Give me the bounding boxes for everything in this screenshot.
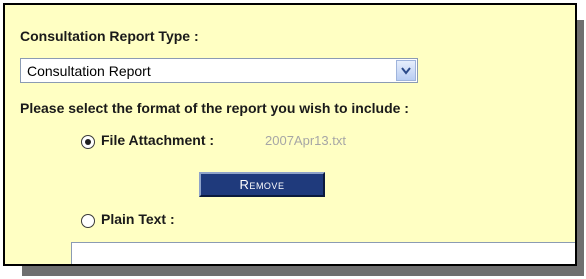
chevron-down-icon [401,67,411,75]
report-type-select[interactable]: Consultation Report [20,58,418,83]
plain-text-radio[interactable] [81,214,95,228]
attached-filename: 2007Apr13.txt [265,133,346,148]
file-attachment-radio[interactable] [81,135,95,149]
consultation-report-frame: Consultation Report Type : Consultation … [0,0,586,279]
remove-button[interactable]: Remove [199,172,325,197]
format-prompt: Please select the format of the report y… [20,100,409,116]
report-type-selected-value: Consultation Report [27,63,151,79]
file-attachment-label[interactable]: File Attachment : [101,132,214,148]
select-dropdown-button[interactable] [396,60,416,81]
radio-selected-icon [85,139,91,145]
plain-text-label[interactable]: Plain Text : [101,211,175,227]
consultation-report-panel: Consultation Report Type : Consultation … [3,3,577,266]
plain-text-textarea[interactable] [71,242,575,264]
report-type-label: Consultation Report Type : [20,28,199,44]
